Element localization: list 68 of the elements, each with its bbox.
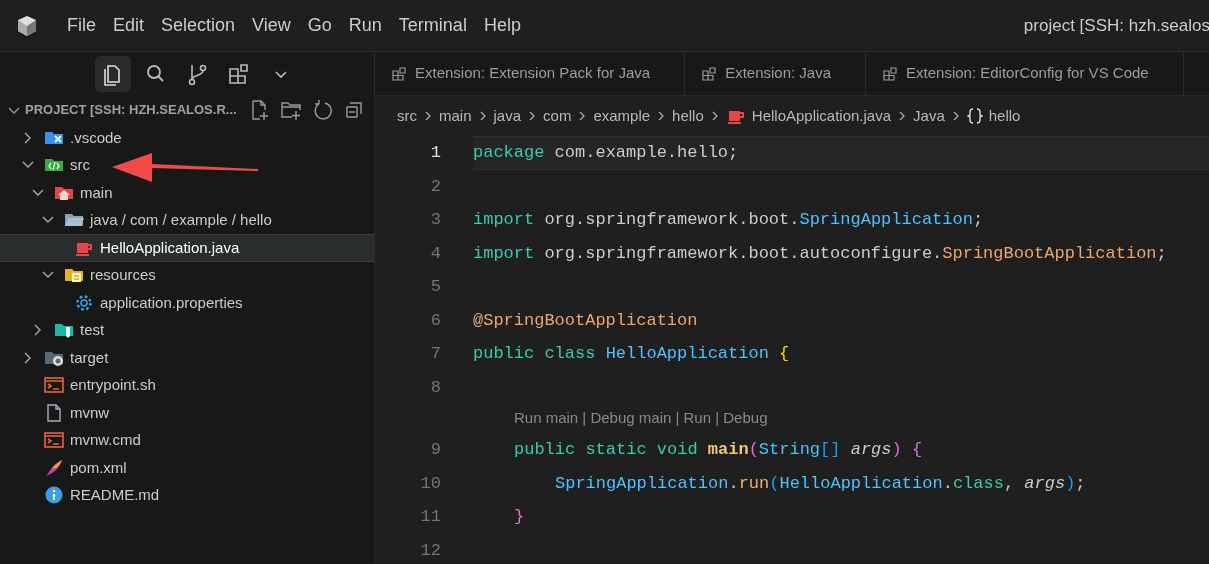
breadcrumb[interactable]: HelloApplication.java bbox=[723, 104, 894, 128]
info-icon bbox=[44, 485, 64, 506]
feather-icon bbox=[44, 457, 64, 478]
line-number: 6 bbox=[429, 309, 441, 332]
file-icon bbox=[44, 402, 64, 423]
tree-item[interactable]: HelloApplication.java bbox=[0, 234, 374, 262]
code-line: public class HelloApplication { bbox=[473, 343, 790, 365]
tree-item[interactable]: java / com / example / hello bbox=[0, 206, 374, 234]
menu-item[interactable]: Terminal bbox=[391, 12, 474, 39]
menu-item[interactable]: Go bbox=[300, 12, 339, 39]
code-line: SpringApplication.run(HelloApplication.class, args); bbox=[555, 472, 1086, 495]
tree-item[interactable]: entrypoint.sh bbox=[0, 371, 374, 399]
menu-item[interactable]: File bbox=[60, 12, 103, 39]
tree-item[interactable]: .vscode bbox=[0, 124, 374, 152]
tree-item[interactable]: pom.xml bbox=[0, 454, 374, 482]
line-number: 8 bbox=[429, 376, 441, 399]
line-number: 2 bbox=[429, 175, 441, 198]
menu-item[interactable]: Run bbox=[341, 12, 389, 39]
code-line: @SpringBootApplication bbox=[473, 309, 698, 332]
code-line: public static void main(String[] args) { bbox=[514, 439, 923, 461]
braces-icon bbox=[966, 107, 983, 125]
section-header[interactable]: PROJECT [SSH: HZH.SEALOS.R... bbox=[25, 100, 237, 120]
extensions-icon bbox=[701, 65, 718, 82]
tree-item[interactable]: README.md bbox=[0, 481, 374, 509]
breadcrumb[interactable]: example bbox=[591, 104, 653, 128]
breadcrumb[interactable]: main bbox=[437, 104, 474, 128]
breadcrumb[interactable]: Java bbox=[911, 104, 947, 128]
breadcrumb[interactable]: src bbox=[395, 104, 419, 128]
tree-item[interactable]: test bbox=[0, 316, 374, 344]
window-title: project [SSH: hzh.sealos bbox=[1023, 14, 1209, 37]
tree-item[interactable]: application.properties bbox=[0, 289, 374, 317]
breadcrumb[interactable]: hello bbox=[670, 104, 706, 128]
breadcrumb[interactable]: hello bbox=[964, 104, 1023, 128]
code-line: } bbox=[514, 506, 525, 528]
extensions-icon bbox=[882, 65, 899, 82]
menu-item[interactable]: Help bbox=[476, 12, 528, 39]
line-number: 4 bbox=[429, 242, 441, 265]
logo-icon bbox=[16, 14, 38, 37]
code-line: import org.springframework.boot.SpringApplication; bbox=[473, 209, 984, 231]
line-number: 9 bbox=[429, 439, 441, 461]
line-number: 3 bbox=[429, 209, 441, 231]
tree-item[interactable]: src bbox=[0, 151, 374, 179]
tree-item[interactable]: target bbox=[0, 344, 374, 372]
tree-item[interactable]: mvnw bbox=[0, 399, 374, 427]
terminal-icon bbox=[44, 430, 64, 451]
collapse-all-icon[interactable] bbox=[344, 100, 364, 120]
line-number: 1 bbox=[429, 142, 441, 164]
breadcrumb[interactable]: com bbox=[541, 104, 574, 128]
line-number: 11 bbox=[419, 506, 441, 528]
tree-item[interactable]: mvnw.cmd bbox=[0, 426, 374, 454]
extensions-icon bbox=[391, 65, 407, 82]
line-number: 12 bbox=[419, 539, 441, 562]
line-number: 7 bbox=[429, 343, 441, 365]
code-line: package com.example.hello; bbox=[473, 142, 739, 164]
tree-item[interactable]: main bbox=[0, 179, 374, 207]
menu-item[interactable]: Edit bbox=[106, 12, 152, 39]
new-folder-icon[interactable] bbox=[280, 99, 302, 121]
gear-icon bbox=[74, 292, 94, 313]
menu-item[interactable]: Selection bbox=[154, 12, 243, 39]
terminal-icon bbox=[44, 375, 64, 396]
line-number: 10 bbox=[419, 472, 441, 495]
line-number: 5 bbox=[429, 276, 441, 298]
refresh-icon[interactable] bbox=[312, 99, 334, 121]
codelens-links[interactable]: Run main | Debug main | Run | Debug bbox=[514, 407, 768, 430]
breadcrumb[interactable]: java bbox=[491, 104, 524, 128]
menu-item[interactable]: View bbox=[245, 12, 298, 39]
code-line: import org.springframework.boot.autoconfigure.SpringBootApplication; bbox=[473, 242, 1167, 265]
tree-item[interactable]: resources bbox=[0, 261, 374, 289]
